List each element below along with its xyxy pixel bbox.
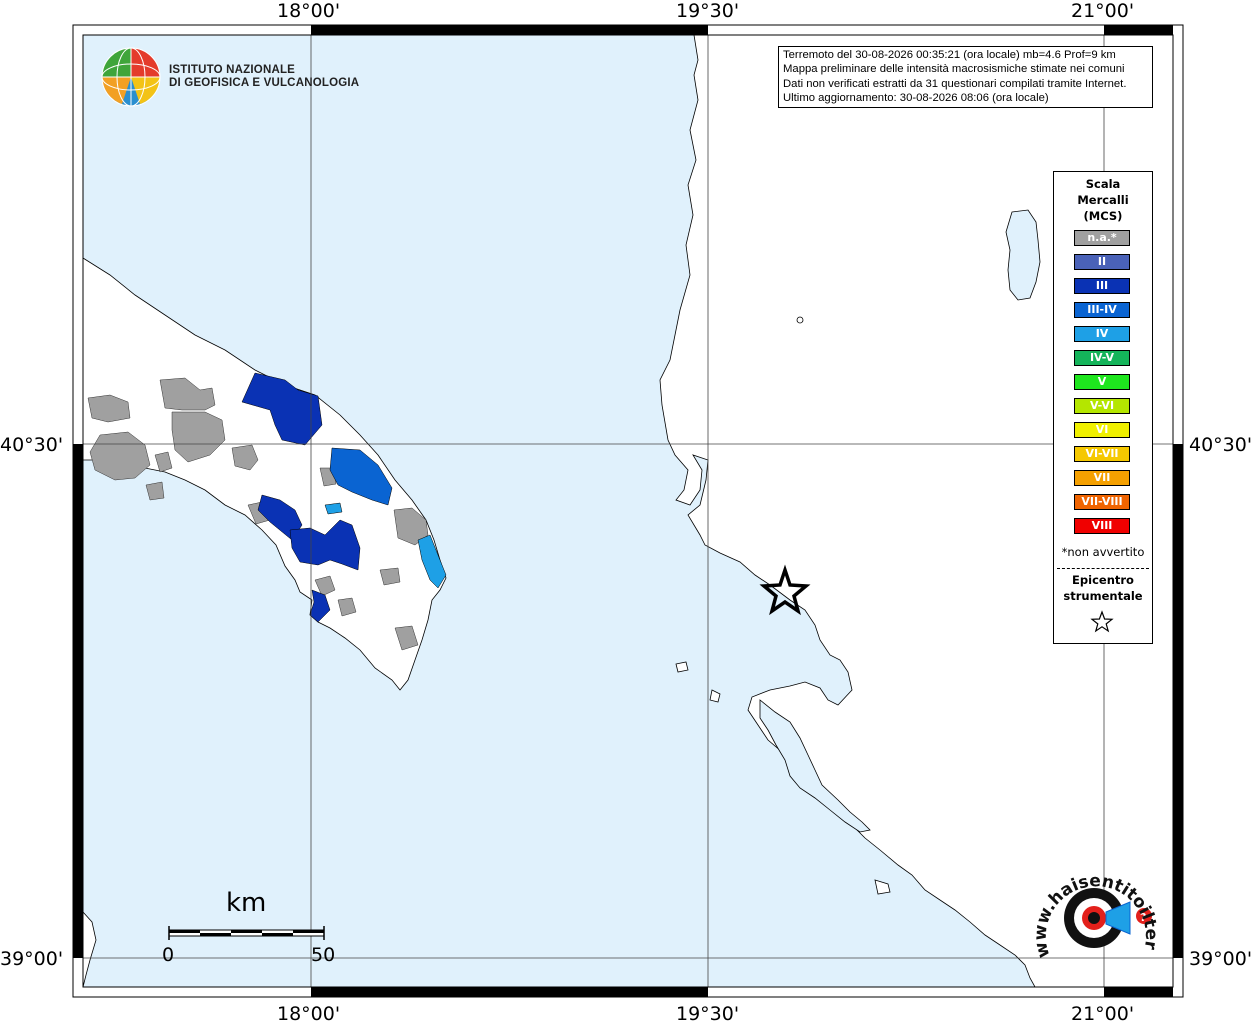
legend-item: III	[1074, 278, 1130, 294]
legend-note: *non avvertito	[1061, 545, 1145, 559]
scale-bar-end: 50	[311, 944, 336, 966]
hst-logo-icon: ? www.haisentitoilterremoto.it	[1030, 866, 1160, 960]
legend-item: V-VI	[1074, 398, 1130, 414]
islet-4	[675, 661, 689, 673]
legend-title: Scala Mercalli (MCS)	[1054, 176, 1152, 224]
event-info-line4: Ultimo aggiornamento: 30-08-2026 08:06 (…	[783, 91, 1049, 104]
legend-item: n.a.*	[1074, 230, 1130, 246]
event-info-box: Terremoto del 30-08-2026 00:35:21 (ora l…	[778, 46, 1153, 108]
legend-item: IV	[1074, 326, 1130, 342]
legend-item: VI	[1074, 422, 1130, 438]
legend-title-line1: Scala	[1085, 177, 1121, 191]
legend-star-icon	[1090, 610, 1114, 633]
legend-separator	[1057, 568, 1149, 569]
legend-epicenter-line2: strumentale	[1063, 589, 1143, 603]
scale-bar-unit: km	[226, 888, 267, 918]
legend-item: VII-VIII	[1074, 494, 1130, 510]
ingv-logo-icon	[101, 47, 161, 107]
legend-item: II	[1074, 254, 1130, 270]
legend-item: III-IV	[1074, 302, 1130, 318]
legend-item: IV-V	[1074, 350, 1130, 366]
legend-epicenter-line1: Epicentro	[1072, 573, 1134, 587]
event-info-line3: Dati non verificati estratti da 31 quest…	[783, 77, 1127, 90]
legend-item: VIII	[1074, 518, 1130, 534]
legend-item: V	[1074, 374, 1130, 390]
islet-1	[796, 316, 804, 324]
legend-item: VI-VII	[1074, 446, 1130, 462]
legend-title-line3: (MCS)	[1083, 209, 1123, 223]
event-info-line2: Mappa preliminare delle intensità macros…	[783, 63, 1125, 76]
event-info-line1: Terremoto del 30-08-2026 00:35:21 (ora l…	[783, 49, 1116, 61]
legend-item: VII	[1074, 470, 1130, 486]
mcs-legend: Scala Mercalli (MCS) n.a.* II III III-IV IV I…	[1053, 171, 1153, 644]
legend-title-line2: Mercalli	[1077, 193, 1129, 207]
ingv-logo-line2: DI GEOFISICA E VULCANOLOGIA	[169, 77, 360, 89]
legend-epicenter-label: Epicentro strumentale	[1054, 572, 1152, 604]
ingv-logo-text: ISTITUTO NAZIONALE DI GEOFISICA E VULCAN…	[169, 64, 359, 90]
scale-bar-start: 0	[162, 944, 175, 966]
ingv-logo-line1: ISTITUTO NAZIONALE	[169, 64, 296, 76]
